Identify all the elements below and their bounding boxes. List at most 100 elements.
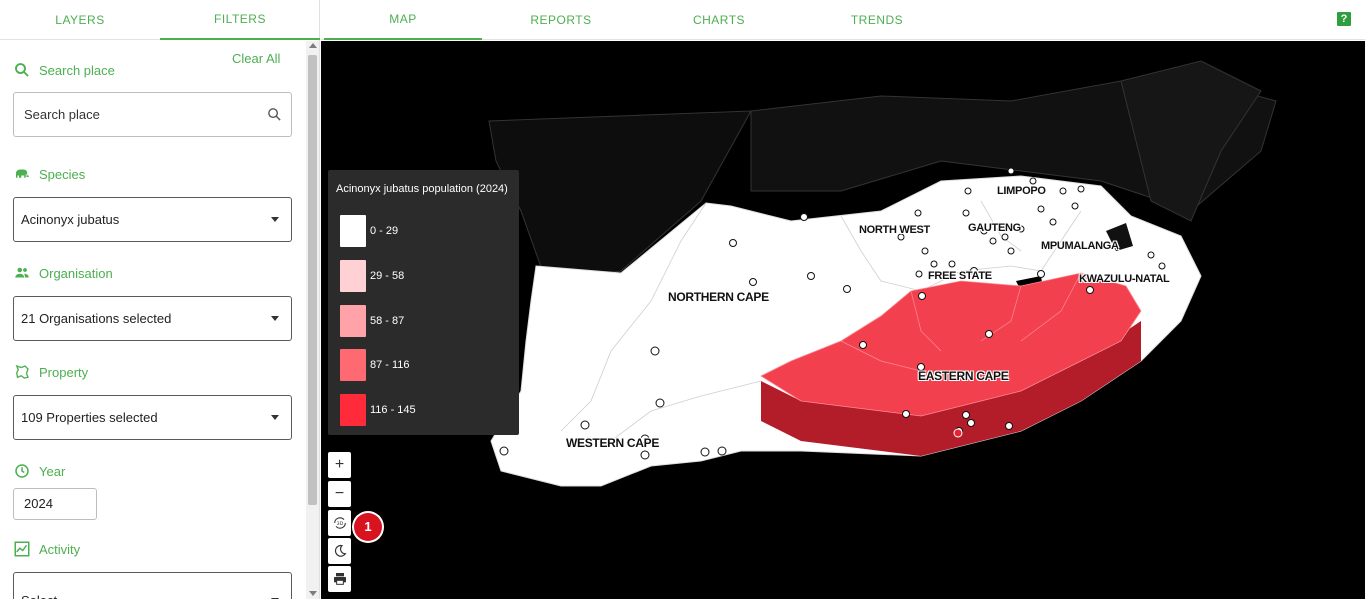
toggle-3d-button[interactable]: 3D	[328, 510, 351, 536]
activity-chart-icon	[14, 541, 30, 557]
scroll-up-arrow-icon[interactable]	[309, 43, 317, 48]
printer-icon	[333, 573, 346, 585]
property-point[interactable]	[1049, 218, 1057, 226]
map-view[interactable]: LIMPOPO NORTH WEST GAUTENG MPUMALANGA FR…	[321, 41, 1365, 599]
sidebar-scrollbar[interactable]	[306, 41, 319, 599]
clear-all-button[interactable]: Clear All	[232, 51, 280, 66]
notification-badge[interactable]: 1	[354, 513, 382, 541]
legend-item-label: 0 - 29	[370, 225, 399, 237]
map-label-north-west: NORTH WEST	[859, 224, 930, 236]
year-input[interactable]: 2024	[13, 488, 97, 520]
legend-item: 0 - 29	[340, 215, 398, 247]
property-point[interactable]	[1147, 251, 1155, 259]
property-point[interactable]	[948, 260, 956, 268]
filters-panel: Clear All Search place Search place Spec…	[0, 41, 306, 599]
tab-layers[interactable]: LAYERS	[0, 0, 160, 40]
property-point[interactable]	[964, 187, 972, 195]
tab-filters[interactable]: FILTERS	[160, 0, 320, 40]
property-icon	[15, 364, 29, 379]
property-point[interactable]	[807, 272, 815, 280]
legend-swatch	[340, 349, 366, 381]
property-point[interactable]	[902, 410, 910, 418]
map-label-kwazulu-natal: KWAZULU-NATAL	[1079, 273, 1170, 285]
legend-item-label: 58 - 87	[370, 315, 405, 327]
tab-trends[interactable]: TRENDS	[798, 0, 956, 40]
search-input-icon[interactable]	[266, 106, 283, 123]
property-point[interactable]	[1001, 233, 1009, 241]
tab-charts[interactable]: CHARTS	[640, 0, 798, 40]
zoom-in-button[interactable]: +	[328, 452, 351, 478]
map-label-eastern-cape: EASTERN CAPE	[918, 369, 1009, 383]
legend-item: 116 - 145	[340, 394, 416, 426]
scroll-down-arrow-icon[interactable]	[309, 591, 317, 596]
property-point[interactable]	[700, 447, 710, 457]
property-point[interactable]	[962, 411, 970, 419]
property-select[interactable]: 109 Properties selected	[13, 395, 292, 440]
search-place-label: Search place	[13, 61, 115, 79]
property-point[interactable]	[640, 450, 650, 460]
property-point[interactable]	[749, 278, 757, 286]
property-point[interactable]	[729, 239, 737, 247]
property-point[interactable]	[650, 346, 660, 356]
property-point[interactable]	[1037, 205, 1045, 213]
legend-item-label: 87 - 116	[370, 359, 410, 371]
property-point[interactable]	[800, 213, 808, 221]
property-point[interactable]	[859, 341, 867, 349]
property-point[interactable]	[989, 237, 997, 245]
property-point[interactable]	[985, 330, 993, 338]
legend-item: 58 - 87	[340, 305, 404, 337]
chevron-down-icon	[271, 415, 279, 420]
property-point[interactable]	[1005, 422, 1013, 430]
print-button[interactable]	[328, 566, 351, 592]
property-point[interactable]	[655, 398, 665, 408]
property-point[interactable]	[921, 247, 929, 255]
chevron-down-icon	[271, 217, 279, 222]
property-point[interactable]	[930, 260, 938, 268]
property-point[interactable]	[914, 209, 922, 217]
help-button[interactable]: ?	[1337, 12, 1351, 26]
property-value: 109 Properties selected	[21, 410, 158, 425]
legend-item: 29 - 58	[340, 260, 404, 292]
activity-select[interactable]: Select	[13, 572, 292, 599]
property-point[interactable]	[1071, 202, 1079, 210]
zoom-out-button[interactable]: −	[328, 481, 351, 507]
activity-label-text: Activity	[39, 541, 81, 557]
tab-reports[interactable]: REPORTS	[482, 0, 640, 40]
property-point[interactable]	[962, 209, 970, 217]
property-point[interactable]	[580, 420, 590, 430]
property-point[interactable]	[1158, 262, 1166, 270]
scroll-thumb[interactable]	[308, 55, 317, 505]
search-place-input[interactable]: Search place	[13, 92, 292, 137]
property-point[interactable]	[843, 285, 851, 293]
property-point[interactable]	[1007, 247, 1015, 255]
property-point[interactable]	[1037, 270, 1045, 278]
property-point[interactable]	[967, 419, 975, 427]
legend-item-label: 116 - 145	[370, 404, 416, 416]
property-point[interactable]	[717, 446, 727, 456]
tab-map[interactable]: MAP	[324, 0, 482, 40]
species-select[interactable]: Acinonyx jubatus	[13, 197, 292, 242]
property-point[interactable]	[1007, 167, 1015, 175]
legend-swatch	[340, 260, 366, 292]
highlighted-property-point[interactable]	[953, 428, 963, 438]
map-label-mpumalanga: MPUMALANGA	[1041, 240, 1119, 252]
search-icon	[15, 63, 29, 77]
map-label-western-cape: WESTERN CAPE	[566, 436, 660, 450]
property-point[interactable]	[918, 292, 926, 300]
property-point[interactable]	[915, 270, 923, 278]
organisation-select[interactable]: 21 Organisations selected	[13, 296, 292, 341]
property-point[interactable]	[1029, 177, 1037, 185]
property-point[interactable]	[1059, 187, 1067, 195]
organisation-label: Organisation	[13, 264, 113, 282]
year-label-text: Year	[39, 463, 66, 479]
property-point[interactable]	[1086, 286, 1094, 294]
organisation-label-text: Organisation	[39, 265, 113, 281]
search-place-label-text: Search place	[39, 62, 115, 78]
property-point[interactable]	[499, 446, 509, 456]
dark-mode-button[interactable]	[328, 538, 351, 564]
sidebar-tabs: LAYERS FILTERS	[0, 0, 320, 40]
species-value: Acinonyx jubatus	[21, 212, 120, 227]
legend-title: Acinonyx jubatus population (2024)	[336, 183, 508, 195]
property-point[interactable]	[1077, 185, 1085, 193]
activity-label: Activity	[13, 540, 80, 558]
